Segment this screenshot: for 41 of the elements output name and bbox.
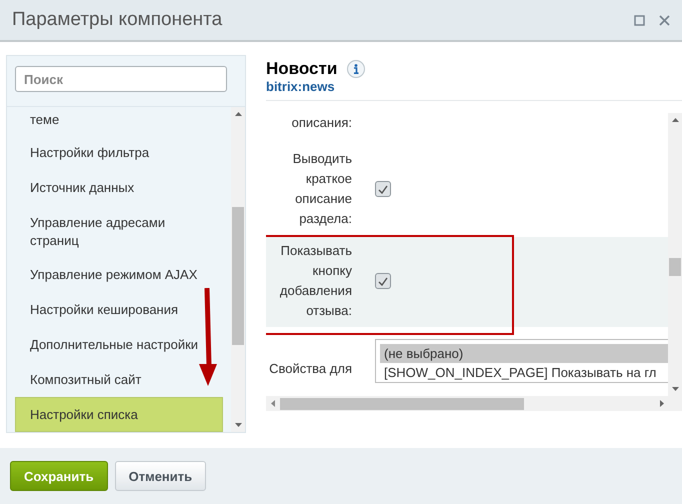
maximize-icon[interactable] bbox=[634, 14, 645, 26]
scroll-down-icon[interactable] bbox=[234, 423, 242, 427]
check-icon bbox=[378, 184, 388, 194]
scroll-up-icon[interactable] bbox=[234, 112, 242, 116]
scrollbar[interactable] bbox=[668, 113, 682, 396]
sidebar-item[interactable]: Композитный сайт bbox=[15, 362, 223, 397]
sidebar-item[interactable]: Настройки списка bbox=[15, 397, 223, 432]
sidebar-item[interactable]: Дополнительные настройки bbox=[15, 327, 223, 362]
scrollbar-thumb[interactable] bbox=[669, 258, 681, 276]
select-option[interactable]: [SHOW_ON_INDEX_PAGE] Показывать на гл bbox=[380, 363, 668, 382]
setting-label: Свойства для bbox=[268, 360, 352, 378]
scroll-up-icon[interactable] bbox=[672, 118, 678, 122]
scrollbar-thumb[interactable] bbox=[232, 207, 244, 345]
search-field[interactable]: Поиск bbox=[15, 66, 227, 92]
sidebar-item[interactable]: Настройки кеширования bbox=[15, 292, 223, 327]
info-icon[interactable] bbox=[347, 60, 366, 78]
checkbox[interactable] bbox=[375, 181, 391, 197]
check-icon bbox=[378, 276, 388, 286]
sidebar-item[interactable]: Управление режимом AJAX bbox=[15, 257, 223, 292]
select-list[interactable]: (не выбрано) [SHOW_ON_INDEX_PAGE] Показывать на гл bbox=[375, 339, 668, 383]
setting-label: Выводить краткое описание раздела: bbox=[292, 150, 352, 228]
checkbox[interactable] bbox=[375, 273, 391, 289]
scrollbar[interactable] bbox=[231, 107, 245, 432]
sidebar-item[interactable]: Управление адресами страниц bbox=[15, 205, 223, 257]
component-name: Новости bbox=[266, 59, 338, 79]
scrollbar-thumb[interactable] bbox=[280, 398, 524, 410]
sidebar-item[interactable]: Настройки фильтра bbox=[15, 135, 223, 170]
sidebar-item[interactable]: теме bbox=[15, 107, 223, 135]
scroll-left-icon[interactable] bbox=[271, 400, 275, 407]
setting-label: Показывать кнопку добавления отзыва: bbox=[278, 242, 352, 320]
setting-label: описания: bbox=[290, 114, 352, 132]
cancel-button[interactable]: Отменить bbox=[114, 461, 206, 491]
scroll-down-icon[interactable] bbox=[672, 387, 678, 391]
close-icon[interactable] bbox=[659, 14, 670, 26]
scroll-right-icon[interactable] bbox=[660, 400, 664, 407]
sidebar-item[interactable]: Источник данных bbox=[15, 170, 223, 205]
component-code: bitrix:news bbox=[266, 79, 336, 94]
scrollbar[interactable] bbox=[266, 396, 682, 411]
window-title: Параметры компонента bbox=[12, 9, 224, 31]
select-option[interactable]: (не выбрано) bbox=[380, 344, 668, 363]
down-arrow-icon bbox=[198, 288, 218, 388]
